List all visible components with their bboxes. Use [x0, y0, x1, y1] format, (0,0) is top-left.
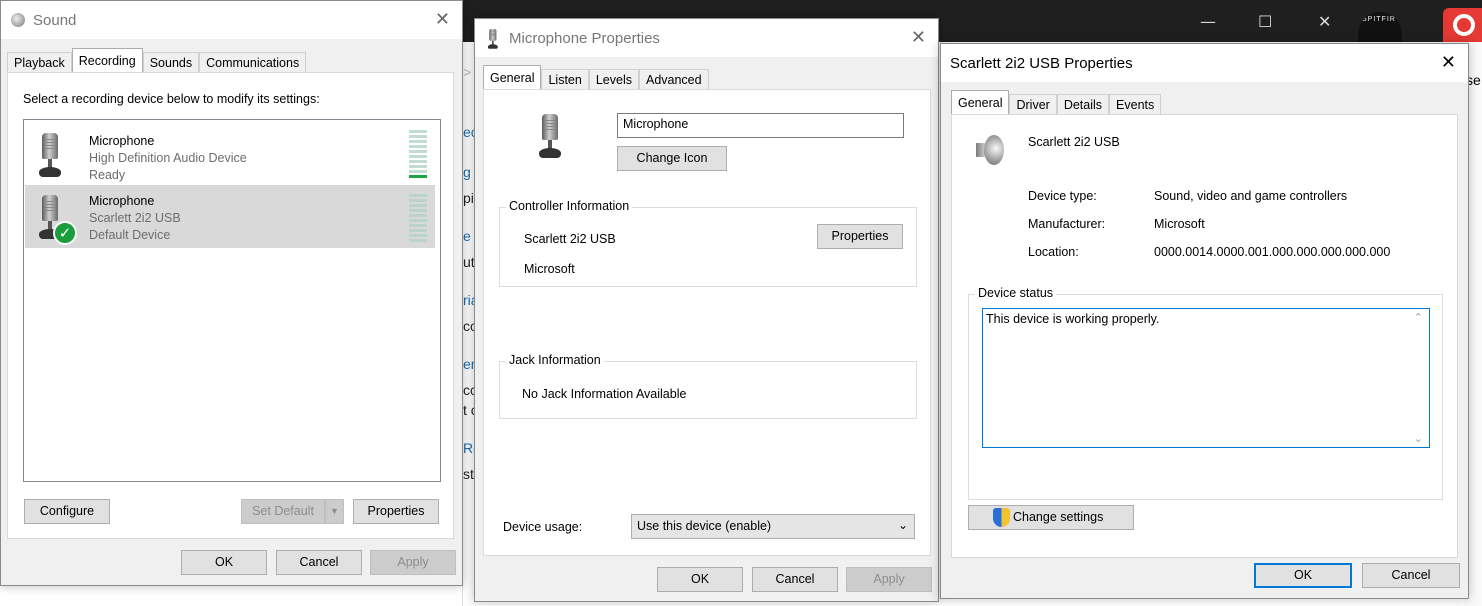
controller-properties-button[interactable]: Properties [817, 224, 903, 249]
tab-sounds[interactable]: Sounds [142, 52, 200, 72]
device-usage-label: Device usage: [503, 520, 583, 534]
device-usage-select[interactable]: Use this device (enable) ⌄ [631, 514, 915, 539]
microphone-properties-title: Microphone Properties [509, 30, 660, 47]
background-maximize-button[interactable]: ☐ [1258, 12, 1272, 31]
microphone-properties-titlebar[interactable]: Microphone Properties ✕ [475, 19, 938, 57]
device-name-field[interactable]: Microphone [617, 113, 904, 138]
level-meter [409, 194, 427, 244]
tab-playback[interactable]: Playback [7, 52, 72, 72]
jack-information-text: No Jack Information Available [522, 387, 687, 401]
device-type-value: Sound, video and game controllers [1154, 189, 1348, 203]
tab-details[interactable]: Details [1056, 94, 1110, 114]
cancel-button[interactable]: Cancel [276, 550, 362, 575]
tab-driver[interactable]: Driver [1009, 94, 1057, 114]
device-status-group: Device status This device is working pro… [968, 286, 1443, 500]
speaker-icon [11, 13, 25, 27]
list-item-device-scarlett[interactable]: ✓ Microphone Scarlett 2i2 USB Default De… [25, 185, 435, 248]
device-status: Ready [89, 168, 126, 182]
set-default-button: Set Default [241, 499, 325, 524]
controller-information-group: Controller Information Scarlett 2i2 USB … [499, 199, 917, 287]
scarlett-properties-titlebar[interactable]: Scarlett 2i2 USB Properties ✕ [941, 44, 1468, 82]
microphone-properties-tabs: General Listen Levels Advanced [483, 65, 709, 89]
manufacturer-value: Microsoft [1154, 217, 1205, 231]
scarlett-properties-title: Scarlett 2i2 USB Properties [950, 55, 1133, 72]
device-description: Scarlett 2i2 USB [89, 211, 181, 225]
jack-information-legend: Jack Information [506, 353, 604, 367]
sound-tabs: Playback Recording Sounds Communications [7, 48, 307, 72]
ok-button[interactable]: OK [657, 567, 743, 592]
tab-general[interactable]: General [951, 90, 1010, 114]
recording-panel: Select a recording device below to modif… [7, 72, 454, 539]
microphone-icon [537, 114, 563, 160]
sound-title: Sound [33, 12, 77, 29]
device-name: Scarlett 2i2 USB [1028, 135, 1120, 149]
background-close-button[interactable]: ✕ [1318, 12, 1331, 31]
chevron-down-icon: ⌄ [897, 518, 908, 532]
tab-listen[interactable]: Listen [541, 69, 589, 89]
list-item-device-hd-audio[interactable]: Microphone High Definition Audio Device … [25, 121, 435, 184]
tab-general[interactable]: General [483, 65, 542, 89]
scroll-up-arrow-icon[interactable]: ⌃ [1414, 311, 1423, 324]
device-status-text: This device is working properly. [986, 312, 1160, 326]
configure-button[interactable]: Configure [24, 499, 110, 524]
general-panel: Scarlett 2i2 USB Device type: Sound, vid… [951, 114, 1458, 558]
default-device-check-icon: ✓ [53, 221, 77, 245]
level-meter [409, 130, 427, 180]
microphone-icon [487, 29, 499, 50]
device-status-textbox[interactable]: This device is working properly. ⌃ ⌄ [982, 308, 1430, 448]
controller-vendor: Microsoft [524, 262, 575, 276]
spitfire-logo: SPITFIR [1358, 12, 1402, 42]
cancel-button[interactable]: Cancel [1362, 563, 1460, 588]
jack-information-group: Jack Information No Jack Information Ava… [499, 353, 917, 419]
tab-advanced[interactable]: Advanced [638, 69, 709, 89]
cancel-button[interactable]: Cancel [752, 567, 838, 592]
controller-name: Scarlett 2i2 USB [524, 232, 616, 246]
tab-communications[interactable]: Communications [199, 52, 307, 72]
location-label: Location: [1028, 245, 1079, 259]
manufacturer-label: Manufacturer: [1028, 217, 1106, 231]
apply-button: Apply [846, 567, 932, 592]
tab-events[interactable]: Events [1109, 94, 1162, 114]
uac-shield-icon [993, 508, 1010, 527]
device-type-label: Device type: [1028, 189, 1097, 203]
tab-levels[interactable]: Levels [588, 69, 639, 89]
change-settings-button[interactable]: Change settings [968, 505, 1134, 530]
instruction-text: Select a recording device below to modif… [23, 92, 320, 106]
general-panel: Microphone Change Icon Controller Inform… [483, 89, 931, 556]
scarlett-properties-close-icon[interactable]: ✕ [1441, 52, 1456, 73]
device-usage-value: Use this device (enable) [637, 519, 772, 533]
scarlett-properties-dialog: Scarlett 2i2 USB Properties ✕ General Dr… [940, 43, 1469, 599]
microphone-properties-dialog: Microphone Properties ✕ General Listen L… [474, 18, 939, 602]
scarlett-properties-tabs: General Driver Details Events [951, 90, 1162, 114]
app-logo-icon [1443, 8, 1482, 42]
speaker-icon [974, 133, 1006, 167]
device-description: High Definition Audio Device [89, 151, 247, 165]
controller-information-legend: Controller Information [506, 199, 633, 213]
device-status: Default Device [89, 228, 171, 242]
set-default-dropdown-arrow-icon: ▼ [325, 499, 344, 524]
device-status-legend: Device status [975, 286, 1057, 300]
device-name: Microphone [89, 194, 155, 208]
properties-button[interactable]: Properties [353, 499, 439, 524]
scroll-down-arrow-icon[interactable]: ⌄ [1414, 432, 1423, 445]
sound-titlebar[interactable]: Sound ✕ [1, 1, 462, 39]
change-settings-label: Change settings [1013, 510, 1104, 524]
location-value: 0000.0014.0000.001.000.000.000.000.000 [1154, 245, 1391, 259]
microphone-icon [37, 133, 63, 179]
microphone-properties-close-icon[interactable]: ✕ [911, 27, 926, 48]
tab-recording[interactable]: Recording [71, 48, 143, 72]
ok-button[interactable]: OK [1254, 563, 1352, 588]
background-minimize-button[interactable]: — [1200, 12, 1216, 31]
ok-button[interactable]: OK [181, 550, 267, 575]
apply-button: Apply [370, 550, 456, 575]
change-icon-button[interactable]: Change Icon [617, 146, 727, 171]
sound-dialog: Sound ✕ Playback Recording Sounds Commun… [0, 0, 463, 586]
sound-close-icon[interactable]: ✕ [435, 9, 450, 30]
device-name: Microphone [89, 134, 155, 148]
device-list[interactable]: Microphone High Definition Audio Device … [23, 119, 441, 482]
